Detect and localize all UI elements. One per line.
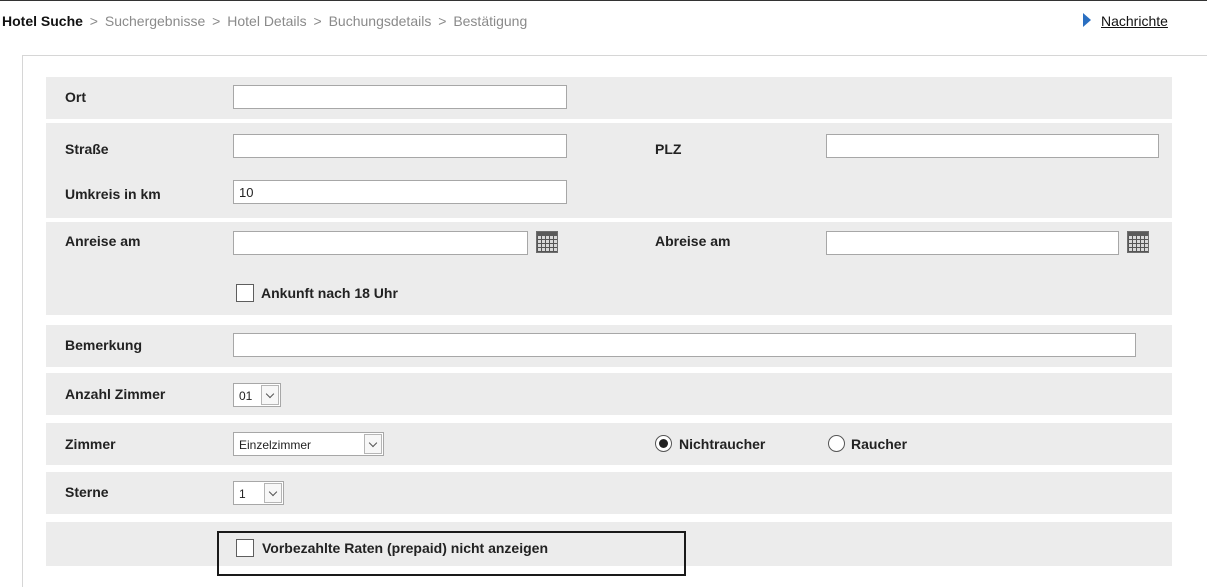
bemerkung-label: Bemerkung — [65, 337, 143, 353]
form-row-zimmer — [46, 423, 1172, 465]
breadcrumb-step-buchungsdetails: Buchungsdetails — [328, 13, 432, 29]
strasse-label: Straße — [65, 141, 109, 157]
sterne-select[interactable]: 1 — [233, 481, 284, 505]
plz-input[interactable] — [826, 134, 1159, 158]
form-row-anzahl-zimmer — [46, 373, 1172, 415]
breadcrumb-step-hotel-suche[interactable]: Hotel Suche — [2, 13, 83, 29]
breadcrumb-step-hotel-details: Hotel Details — [227, 13, 307, 29]
calendar-icon[interactable] — [536, 231, 558, 253]
form-row-sterne — [46, 472, 1172, 514]
breadcrumb-separator: > — [89, 13, 98, 29]
highlight-box — [217, 531, 686, 576]
anzahl-zimmer-select[interactable]: 01 — [233, 383, 281, 407]
zimmer-select[interactable]: Einzelzimmer — [233, 432, 384, 456]
chevron-down-icon — [364, 434, 382, 454]
breadcrumb: Hotel Suche > Suchergebnisse > Hotel Det… — [2, 13, 527, 29]
umkreis-input[interactable] — [233, 180, 567, 204]
sterne-label: Sterne — [65, 484, 109, 500]
late-arrival-label: Ankunft nach 18 Uhr — [261, 285, 398, 301]
breadcrumb-step-bestaetigung: Bestätigung — [453, 13, 528, 29]
raucher-label: Raucher — [851, 436, 908, 452]
anzahl-zimmer-label: Anzahl Zimmer — [65, 386, 166, 402]
top-border-line — [0, 0, 1207, 1]
strasse-input[interactable] — [233, 134, 567, 158]
news-link[interactable]: Nachrichte — [1101, 13, 1168, 29]
chevron-down-icon — [264, 483, 282, 503]
breadcrumb-separator: > — [438, 13, 447, 29]
form-row-ort — [46, 77, 1172, 119]
bemerkung-input[interactable] — [233, 333, 1136, 357]
triangle-right-icon — [1083, 13, 1091, 27]
anreise-label: Anreise am — [65, 233, 141, 249]
ort-label: Ort — [65, 89, 86, 105]
nichtraucher-label: Nichtraucher — [679, 436, 766, 452]
abreise-input[interactable] — [826, 231, 1119, 255]
calendar-icon[interactable] — [1127, 231, 1149, 253]
anzahl-zimmer-value: 01 — [239, 389, 253, 403]
breadcrumb-step-suchergebnisse: Suchergebnisse — [104, 13, 206, 29]
zimmer-value: Einzelzimmer — [239, 438, 312, 452]
sterne-value: 1 — [239, 487, 246, 501]
late-arrival-checkbox[interactable] — [236, 284, 254, 302]
umkreis-label: Umkreis in km — [65, 186, 161, 202]
raucher-radio[interactable] — [828, 435, 845, 452]
plz-label: PLZ — [655, 141, 682, 157]
nichtraucher-radio[interactable] — [655, 435, 672, 452]
anreise-input[interactable] — [233, 231, 528, 255]
ort-input[interactable] — [233, 85, 567, 109]
breadcrumb-separator: > — [212, 13, 221, 29]
news-link-group[interactable]: Nachrichte — [1083, 13, 1168, 29]
zimmer-label: Zimmer — [65, 436, 116, 452]
abreise-label: Abreise am — [655, 233, 731, 249]
chevron-down-icon — [261, 385, 279, 405]
breadcrumb-separator: > — [313, 13, 322, 29]
